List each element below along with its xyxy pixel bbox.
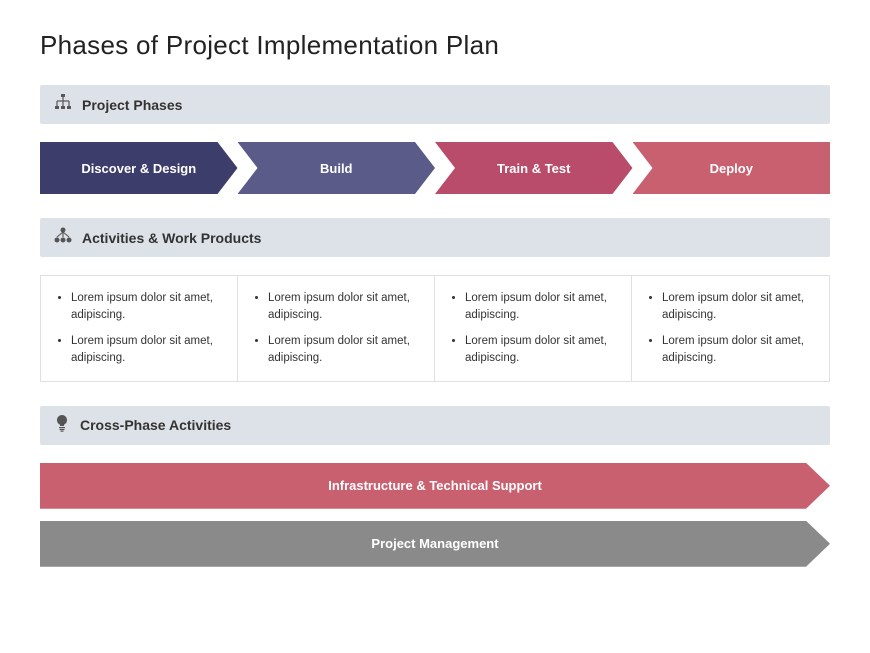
cross-phase-title: Cross-Phase Activities <box>80 417 231 433</box>
list-item: Lorem ipsum dolor sit amet, adipiscing. <box>465 333 617 366</box>
phase-deploy: Deploy <box>633 142 831 194</box>
list-item: Lorem ipsum dolor sit amet, adipiscing. <box>71 290 223 323</box>
activity-col-1: Lorem ipsum dolor sit amet, adipiscing. … <box>238 276 435 381</box>
list-item: Lorem ipsum dolor sit amet, adipiscing. <box>71 333 223 366</box>
list-item: Lorem ipsum dolor sit amet, adipiscing. <box>662 333 815 366</box>
infra-arrow-row: Infrastructure & Technical Support <box>40 463 830 509</box>
list-item: Lorem ipsum dolor sit amet, adipiscing. <box>465 290 617 323</box>
project-phases-title: Project Phases <box>82 97 182 113</box>
cross-phase-arrows: Infrastructure & Technical Support Proje… <box>40 463 830 567</box>
list-item: Lorem ipsum dolor sit amet, adipiscing. <box>268 333 420 366</box>
pm-arrow: Project Management <box>40 521 830 567</box>
pm-arrow-row: Project Management <box>40 521 830 567</box>
list-item: Lorem ipsum dolor sit amet, adipiscing. <box>268 290 420 323</box>
cross-phase-header: Cross-Phase Activities <box>40 406 830 445</box>
phases-row: Discover & Design Build Train & Test Dep… <box>40 142 830 194</box>
activities-icon <box>54 226 72 249</box>
phase-build: Build <box>238 142 436 194</box>
activities-title: Activities & Work Products <box>82 230 261 246</box>
phase-train: Train & Test <box>435 142 633 194</box>
project-phases-header: Project Phases <box>40 85 830 124</box>
phase-discover: Discover & Design <box>40 142 238 194</box>
activity-col-3: Lorem ipsum dolor sit amet, adipiscing. … <box>632 276 829 381</box>
activity-col-0: Lorem ipsum dolor sit amet, adipiscing. … <box>41 276 238 381</box>
lightbulb-icon <box>54 414 70 437</box>
activity-col-2: Lorem ipsum dolor sit amet, adipiscing. … <box>435 276 632 381</box>
page-title: Phases of Project Implementation Plan <box>40 30 830 61</box>
list-item: Lorem ipsum dolor sit amet, adipiscing. <box>662 290 815 323</box>
activities-header: Activities & Work Products <box>40 218 830 257</box>
phases-icon <box>54 93 72 116</box>
infra-arrow: Infrastructure & Technical Support <box>40 463 830 509</box>
activities-grid: Lorem ipsum dolor sit amet, adipiscing. … <box>40 275 830 382</box>
